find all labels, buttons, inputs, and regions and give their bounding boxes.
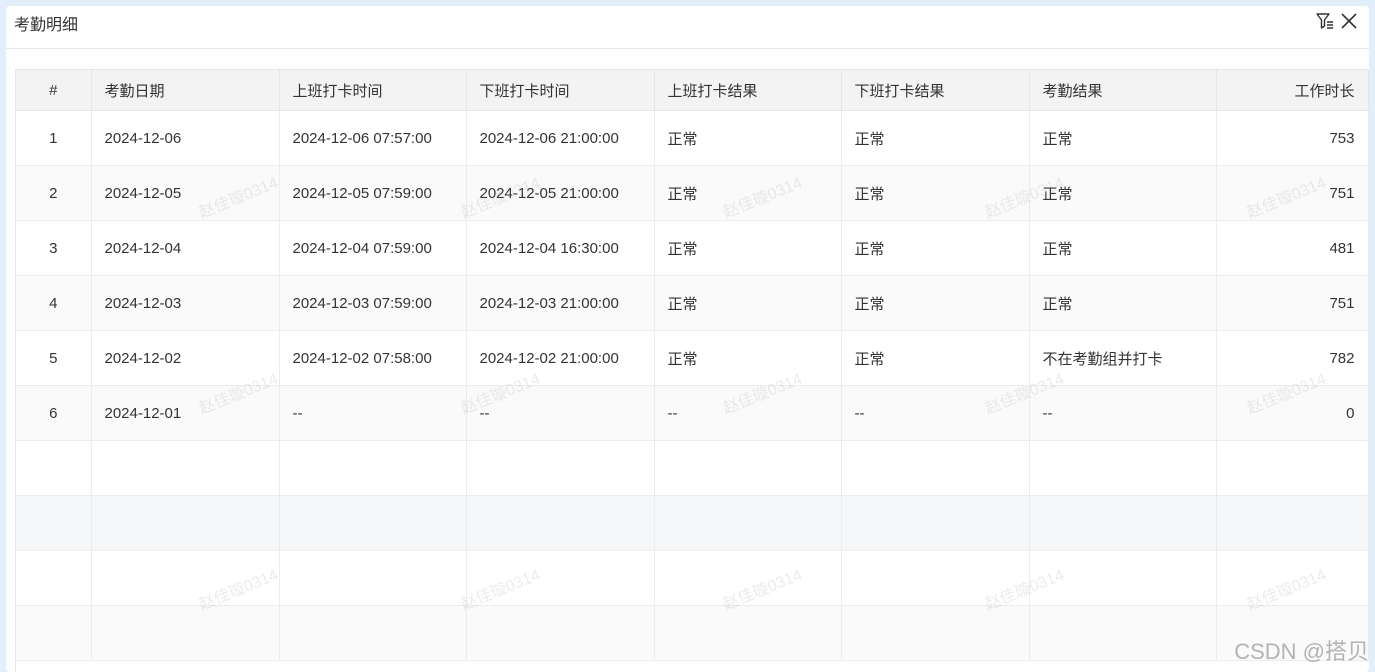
table-row[interactable]: 3 2024-12-04 2024-12-04 07:59:00 2024-12… [16,220,1369,276]
column-header-attendance-result[interactable]: 考勤结果 [1029,70,1217,111]
cell-checkout-result: 正常 [841,165,1030,221]
filter-settings-icon[interactable] [1315,11,1335,31]
cell-checkin-result: 正常 [654,110,842,166]
column-header-index[interactable]: # [16,70,92,111]
cell-checkin-result: 正常 [654,275,842,331]
cell-checkin-time: 2024-12-06 07:57:00 [279,110,467,166]
cell-checkin-time: -- [279,385,467,441]
table-row[interactable]: 1 2024-12-06 2024-12-06 07:57:00 2024-12… [16,110,1369,166]
cell-checkin-result: 正常 [654,330,842,386]
column-header-work-duration[interactable]: 工作时长 [1216,70,1369,111]
column-header-date[interactable]: 考勤日期 [91,70,280,111]
cell-checkout-result: 正常 [841,110,1030,166]
cell-checkout-result: -- [841,385,1030,441]
empty-row [16,550,1369,606]
cell-checkout-result: 正常 [841,275,1030,331]
cell-checkout-time: 2024-12-04 16:30:00 [466,220,655,276]
header-actions [1315,11,1359,31]
cell-work-duration: 751 [1216,275,1369,331]
column-header-checkout-time[interactable]: 下班打卡时间 [466,70,655,111]
cell-checkout-time: 2024-12-05 21:00:00 [466,165,655,221]
table-row[interactable]: 4 2024-12-03 2024-12-03 07:59:00 2024-12… [16,275,1369,331]
empty-row [16,605,1369,661]
cell-index: 6 [16,385,92,441]
table-row[interactable]: 5 2024-12-02 2024-12-02 07:58:00 2024-12… [16,330,1369,386]
cell-checkin-result: 正常 [654,220,842,276]
cell-checkout-time: 2024-12-03 21:00:00 [466,275,655,331]
cell-checkout-time: 2024-12-02 21:00:00 [466,330,655,386]
cell-index: 3 [16,220,92,276]
cell-attendance-result: -- [1029,385,1217,441]
cell-work-duration: 481 [1216,220,1369,276]
cell-checkout-time: 2024-12-06 21:00:00 [466,110,655,166]
cell-checkout-result: 正常 [841,330,1030,386]
dialog-title: 考勤明细 [14,17,79,34]
cell-work-duration: 0 [1216,385,1369,441]
cell-date: 2024-12-05 [91,165,280,221]
dialog-header: 考勤明细 [6,6,1369,49]
empty-row [16,495,1369,551]
cell-attendance-result: 正常 [1029,165,1217,221]
table-row[interactable]: 6 2024-12-01 -- -- -- -- -- 0 [16,385,1369,441]
cell-date: 2024-12-04 [91,220,280,276]
cell-checkin-time: 2024-12-03 07:59:00 [279,275,467,331]
column-header-checkin-time[interactable]: 上班打卡时间 [279,70,467,111]
cell-work-duration: 782 [1216,330,1369,386]
cell-date: 2024-12-03 [91,275,280,331]
cell-checkout-result: 正常 [841,220,1030,276]
cell-attendance-result: 正常 [1029,220,1217,276]
cell-index: 5 [16,330,92,386]
attendance-table-container: # 考勤日期 上班打卡时间 下班打卡时间 上班打卡结果 下班打卡结果 考勤结果 … [15,69,1369,672]
cell-date: 2024-12-02 [91,330,280,386]
csdn-credit: CSDN @搭贝 [1234,639,1369,664]
cell-checkin-time: 2024-12-04 07:59:00 [279,220,467,276]
cell-checkin-time: 2024-12-05 07:59:00 [279,165,467,221]
cell-index: 2 [16,165,92,221]
column-header-checkin-result[interactable]: 上班打卡结果 [654,70,842,111]
attendance-detail-dialog: 考勤明细 # 考勤日期 上班打卡时间 下班打卡时间 上班打卡结果 下班打卡结果 … [6,6,1369,672]
cell-attendance-result: 正常 [1029,110,1217,166]
cell-checkin-result: -- [654,385,842,441]
attendance-table: # 考勤日期 上班打卡时间 下班打卡时间 上班打卡结果 下班打卡结果 考勤结果 … [16,70,1369,661]
column-header-checkout-result[interactable]: 下班打卡结果 [841,70,1030,111]
cell-index: 4 [16,275,92,331]
close-icon[interactable] [1339,11,1359,31]
cell-work-duration: 753 [1216,110,1369,166]
empty-row [16,440,1369,496]
cell-date: 2024-12-06 [91,110,280,166]
cell-checkin-result: 正常 [654,165,842,221]
cell-index: 1 [16,110,92,166]
cell-attendance-result: 不在考勤组并打卡 [1029,330,1217,386]
cell-date: 2024-12-01 [91,385,280,441]
cell-checkout-time: -- [466,385,655,441]
cell-checkin-time: 2024-12-02 07:58:00 [279,330,467,386]
cell-work-duration: 751 [1216,165,1369,221]
table-row[interactable]: 2 2024-12-05 2024-12-05 07:59:00 2024-12… [16,165,1369,221]
table-header-row: # 考勤日期 上班打卡时间 下班打卡时间 上班打卡结果 下班打卡结果 考勤结果 … [16,70,1369,111]
cell-attendance-result: 正常 [1029,275,1217,331]
